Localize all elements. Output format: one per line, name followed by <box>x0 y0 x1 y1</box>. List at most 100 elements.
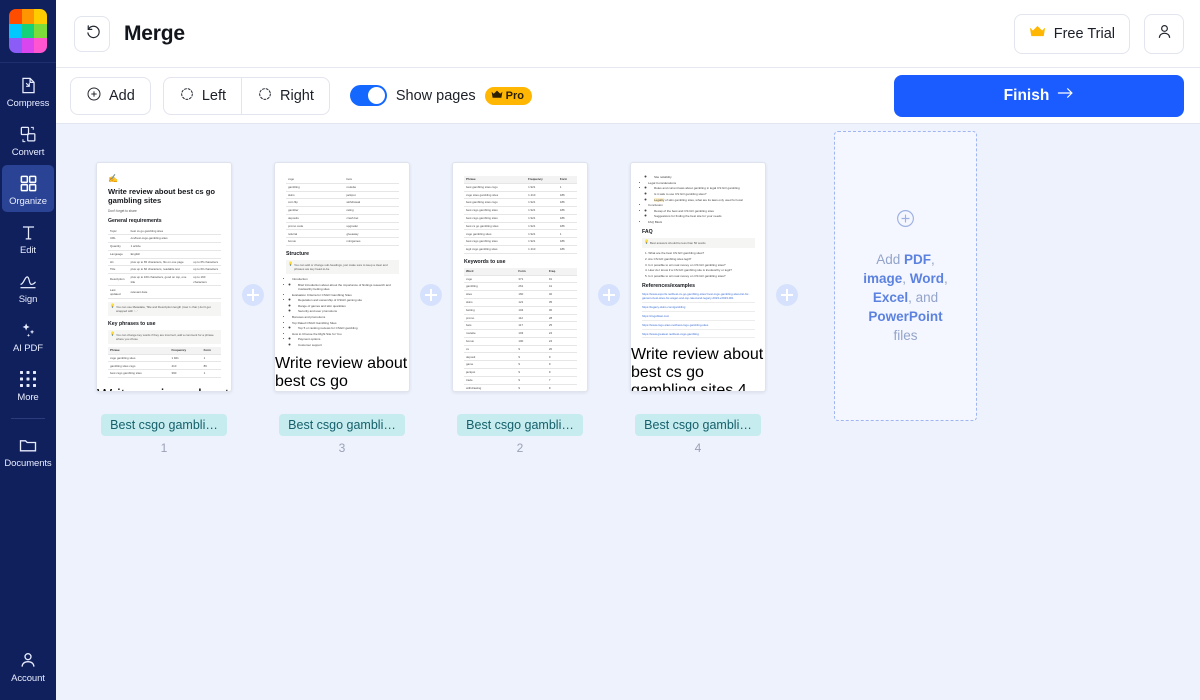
sidebar-item-label: Documents <box>4 458 52 469</box>
doc-footer: Write review about best cs go gambling s… <box>275 355 409 392</box>
sidebar-item-edit[interactable]: Edit <box>2 214 54 261</box>
page-card: Phrase Frequency Form best gambling sites … <box>452 162 588 455</box>
pro-badge[interactable]: Pro <box>484 86 533 105</box>
page-thumbnail[interactable]: Phrase Frequency Form best gambling sites … <box>452 162 588 392</box>
doc-link[interactable]: https://www.greatest.net/best-csgo-gambl… <box>642 332 755 339</box>
sidebar-item-label: Account <box>11 673 45 684</box>
sidebar-item-organize[interactable]: Organize <box>2 165 54 212</box>
action-toolbar: Add Left Right Show pages Pro Finish <box>56 68 1200 124</box>
sidebar-item-documents[interactable]: Documents <box>2 427 54 474</box>
file-name-chip[interactable]: Best csgo gambli… <box>457 414 583 436</box>
sidebar-item-label: Sign <box>18 294 38 305</box>
sidebar-item-more[interactable]: More <box>2 361 54 408</box>
page-card: ✍️ Write review about best cs go gamblin… <box>96 162 232 455</box>
file-name-chip[interactable]: Best csgo gambli… <box>101 414 227 436</box>
doc-link[interactable]: https://legacy-skins.com/gambling <box>642 305 755 312</box>
free-trial-button[interactable]: Free Trial <box>1013 13 1130 54</box>
doc-heading: FAQ <box>642 229 653 236</box>
dropzone-sep4: , and <box>908 289 939 305</box>
add-files-dropzone[interactable]: Add PDF, image, Word, Excel, and PowerPo… <box>834 131 977 421</box>
add-button[interactable]: Add <box>70 76 151 115</box>
sidebar-divider <box>11 418 45 419</box>
rotate-left-button[interactable]: Left <box>162 76 241 115</box>
sidebar-item-label: Edit <box>20 245 36 256</box>
file-name-chip[interactable]: Best csgo gambli… <box>279 414 405 436</box>
free-trial-label: Free Trial <box>1053 25 1115 42</box>
dropzone-sep1: , <box>931 251 935 267</box>
show-pages-label: Show pages <box>395 87 476 104</box>
doc-heading: Key phrases to use <box>108 320 156 327</box>
doc-note: You can change key words if they are inc… <box>108 329 221 344</box>
sidebar-item-compress[interactable]: Compress <box>2 67 54 114</box>
sidebar-item-sign[interactable]: Sign <box>2 263 54 310</box>
doc-table: Phrase Frequency Form best gambling sites … <box>464 176 577 254</box>
pro-badge-label: Pro <box>505 89 525 102</box>
dropzone-type-excel: Excel <box>872 289 909 305</box>
undo-button[interactable] <box>74 15 110 52</box>
doc-note: Best answers should be less than 50 word… <box>642 238 755 249</box>
sidebar-item-account[interactable]: Account <box>2 642 54 689</box>
dropzone-text: Add PDF, image, Word, Excel, and PowerPo… <box>863 250 948 345</box>
convert-icon <box>19 123 38 145</box>
main-area: Merge Free Trial Add Left Right Show pag… <box>56 0 1200 700</box>
show-pages-group: Show pages Pro <box>349 85 533 106</box>
page-thumbnail[interactable]: csgo bets gambling roulette skins jackpot coi… <box>274 162 410 392</box>
page-number: 3 <box>338 441 346 455</box>
thumbnail-content: csgo bets gambling roulette skins jackpot coi… <box>275 163 409 355</box>
dropzone-type-powerpoint: PowerPoint <box>868 308 943 324</box>
dropzone-sep2: , <box>902 270 910 286</box>
dropzone-prefix: Add <box>876 251 904 267</box>
doc-link[interactable]: https://csgoblast.com <box>642 314 755 321</box>
plus-circle-icon <box>895 208 916 234</box>
ai-pdf-icon <box>19 319 38 341</box>
doc-emoji: ✍️ <box>108 174 118 183</box>
show-pages-toggle[interactable] <box>349 85 387 106</box>
sidebar-item-label: More <box>17 392 39 403</box>
doc-footer-right: 3 <box>382 391 391 392</box>
doc-list: Site reliability <box>654 175 755 179</box>
doc-note: You can add or change sub-headings, just… <box>286 260 399 275</box>
sidebar-item-label: AI PDF <box>12 343 43 354</box>
rotate-left-icon <box>179 86 195 106</box>
doc-link[interactable]: https://www.csgo-sites.net/best-csgo-gam… <box>642 323 755 330</box>
insert-page-button[interactable] <box>242 284 264 306</box>
doc-list: Legal Considerations Rules and current l… <box>648 181 755 225</box>
doc-list: Introduction Brief introduction about ab… <box>292 277 399 347</box>
rotate-right-label: Right <box>280 87 314 104</box>
page-card: Site reliability Legal Considerations Ru… <box>630 162 766 455</box>
app-root: Compress Convert Organize Edit Sign AI P… <box>0 0 1200 700</box>
page-thumbnail[interactable]: Site reliability Legal Considerations Ru… <box>630 162 766 392</box>
doc-table: csgo bets gambling roulette skins jackpot coi… <box>286 176 399 247</box>
rotate-right-button[interactable]: Right <box>241 76 330 115</box>
top-bar: Merge Free Trial <box>56 0 1200 68</box>
dropzone-type-image: image <box>863 270 903 286</box>
crown-icon <box>491 90 503 102</box>
page-number: 4 <box>694 441 702 455</box>
page-number: 1 <box>160 441 168 455</box>
insert-page-button[interactable] <box>598 284 620 306</box>
app-logo[interactable] <box>0 0 56 62</box>
arrow-right-icon <box>1057 86 1074 105</box>
sidebar-item-ai-pdf[interactable]: AI PDF <box>2 312 54 359</box>
finish-button[interactable]: Finish <box>894 74 1184 117</box>
sidebar-item-label: Convert <box>11 147 45 158</box>
file-name-chip[interactable]: Best csgo gambli… <box>635 414 761 436</box>
insert-page-button[interactable] <box>420 284 442 306</box>
sidebar-item-convert[interactable]: Convert <box>2 116 54 163</box>
doc-table: Word Form Freq. csgo 371 91 gambling 261 41 sit… <box>464 267 577 391</box>
doc-link[interactable]: https://www.esports.net/best-cs-go-gambl… <box>642 292 755 304</box>
insert-page-button[interactable] <box>776 284 798 306</box>
rotate-right-icon <box>257 86 273 106</box>
doc-subtitle: Don't forget to share <box>108 209 137 213</box>
pages-canvas: ✍️ Write review about best cs go gamblin… <box>56 124 1200 700</box>
doc-footer: Write review about best cs go gambling s… <box>97 387 231 391</box>
page-title: Merge <box>124 21 185 45</box>
page-thumbnail[interactable]: ✍️ Write review about best cs go gamblin… <box>96 162 232 392</box>
user-icon <box>18 649 38 671</box>
add-label: Add <box>109 87 135 104</box>
account-avatar-button[interactable] <box>1144 13 1184 54</box>
sidebar-item-label: Compress <box>6 98 50 109</box>
doc-footer: Write review about best cs go gambling s… <box>631 346 765 391</box>
thumbnail-content: ✍️ Write review about best cs go gamblin… <box>97 163 231 387</box>
more-grid-icon <box>19 368 37 390</box>
